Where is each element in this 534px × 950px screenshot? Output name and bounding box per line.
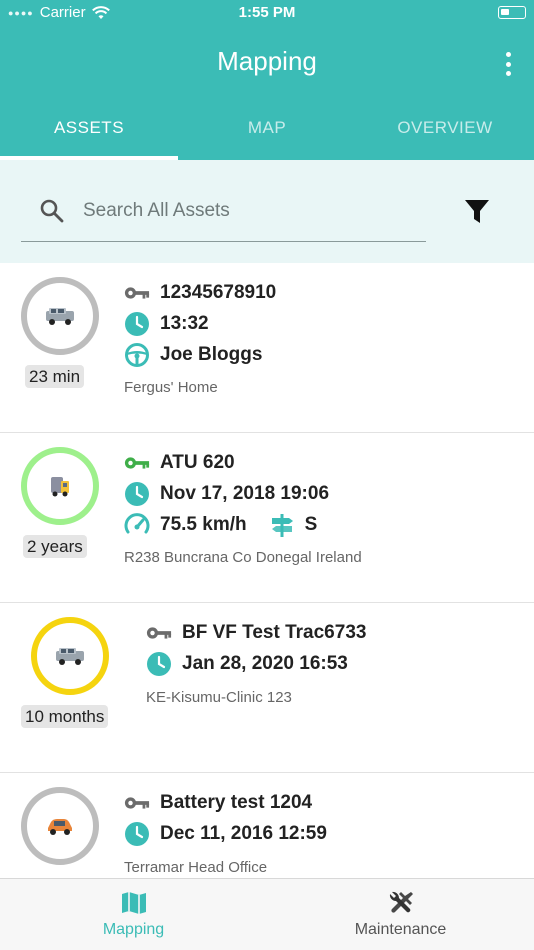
asset-address: R238 Buncrana Co Donegal Ireland bbox=[124, 549, 362, 566]
asset-time-line: Jan 28, 2020 16:53 bbox=[146, 651, 348, 677]
tools-icon bbox=[389, 891, 413, 913]
asset-row[interactable]: 2 years ATU 620 Nov 17, 2018 19:06 75.5 … bbox=[0, 433, 534, 603]
asset-row[interactable]: Battery test 1204 Dec 11, 2016 12:59 Ter… bbox=[0, 773, 534, 878]
asset-address: Fergus' Home bbox=[124, 379, 218, 396]
asset-time: Nov 17, 2018 19:06 bbox=[160, 483, 330, 504]
tab-map[interactable]: MAP bbox=[178, 100, 356, 160]
asset-time-line: Dec 11, 2016 12:59 bbox=[124, 821, 327, 847]
status-bar: ●●●● Carrier 1:55 PM bbox=[0, 0, 534, 26]
battery-icon bbox=[498, 6, 526, 19]
asset-driver-line: Joe Bloggs bbox=[124, 342, 262, 368]
search-area bbox=[0, 160, 534, 263]
status-ring bbox=[21, 277, 99, 355]
asset-name: ATU 620 bbox=[160, 452, 235, 473]
asset-time: Jan 28, 2020 16:53 bbox=[182, 653, 348, 674]
tab-bar: ASSETS MAP OVERVIEW bbox=[0, 100, 534, 160]
key-icon bbox=[124, 287, 150, 299]
asset-time-line: Nov 17, 2018 19:06 bbox=[124, 481, 329, 507]
asset-name: 12345678910 bbox=[160, 282, 277, 303]
asset-address: KE-Kisumu-Clinic 123 bbox=[146, 689, 292, 706]
signpost-icon bbox=[271, 514, 293, 537]
age-badge: 2 years bbox=[23, 535, 87, 558]
app-header: ●●●● Carrier 1:55 PM Mapping ASSETS MAP … bbox=[0, 0, 534, 160]
clock-icon bbox=[147, 652, 171, 676]
status-ring bbox=[21, 447, 99, 525]
asset-driver: Joe Bloggs bbox=[160, 344, 263, 365]
nav-maintenance[interactable]: Maintenance bbox=[267, 879, 534, 950]
asset-time: 13:32 bbox=[160, 313, 209, 334]
tab-overview[interactable]: OVERVIEW bbox=[356, 100, 534, 160]
clock-icon bbox=[125, 482, 149, 506]
key-icon bbox=[146, 627, 172, 639]
asset-name-line: 12345678910 bbox=[124, 280, 276, 306]
status-ring bbox=[21, 787, 99, 865]
age-badge: 10 months bbox=[21, 705, 109, 728]
status-time: 1:55 PM bbox=[238, 4, 296, 21]
tab-assets[interactable]: ASSETS bbox=[0, 100, 178, 160]
nav-maintenance-label: Maintenance bbox=[354, 921, 447, 938]
asset-speed-line: 75.5 km/h S bbox=[124, 512, 317, 538]
asset-time: Dec 11, 2016 12:59 bbox=[160, 823, 327, 844]
search-input[interactable] bbox=[83, 194, 413, 228]
page-title: Mapping bbox=[217, 46, 317, 76]
asset-name: BF VF Test Trac6733 bbox=[182, 622, 367, 643]
asset-name-line: BF VF Test Trac6733 bbox=[146, 620, 366, 646]
clock-icon bbox=[125, 312, 149, 336]
clock-icon bbox=[125, 822, 149, 846]
nav-mapping[interactable]: Mapping bbox=[0, 879, 267, 950]
asset-list: 23 min 12345678910 13:32 Joe Bloggs Ferg… bbox=[0, 263, 534, 878]
more-options-icon[interactable] bbox=[502, 52, 514, 76]
suv-icon bbox=[56, 648, 84, 665]
asset-speed: 75.5 km/h bbox=[160, 514, 247, 535]
asset-name-line: ATU 620 bbox=[124, 450, 235, 476]
suv-icon bbox=[46, 308, 74, 325]
truck-icon bbox=[51, 477, 69, 497]
bottom-nav: Mapping Maintenance bbox=[0, 878, 534, 950]
age-badge: 23 min bbox=[25, 365, 85, 388]
filter-icon[interactable] bbox=[464, 198, 490, 226]
asset-name: Battery test 1204 bbox=[160, 792, 313, 813]
asset-row[interactable]: 23 min 12345678910 13:32 Joe Bloggs Ferg… bbox=[0, 263, 534, 433]
search-icon bbox=[40, 199, 64, 223]
search-field bbox=[21, 184, 426, 242]
map-icon bbox=[121, 892, 146, 914]
asset-direction: S bbox=[304, 514, 318, 535]
car-icon bbox=[48, 819, 72, 835]
asset-name-line: Battery test 1204 bbox=[124, 790, 312, 816]
asset-row[interactable]: 10 months BF VF Test Trac6733 Jan 28, 20… bbox=[0, 603, 534, 773]
key-icon bbox=[124, 457, 150, 469]
nav-mapping-label: Mapping bbox=[102, 921, 165, 938]
asset-time-line: 13:32 bbox=[124, 311, 209, 337]
key-icon bbox=[124, 797, 150, 809]
speedometer-icon bbox=[124, 513, 150, 534]
asset-address: Terramar Head Office bbox=[124, 859, 268, 876]
steering-wheel-icon bbox=[125, 343, 149, 367]
status-ring bbox=[31, 617, 109, 695]
